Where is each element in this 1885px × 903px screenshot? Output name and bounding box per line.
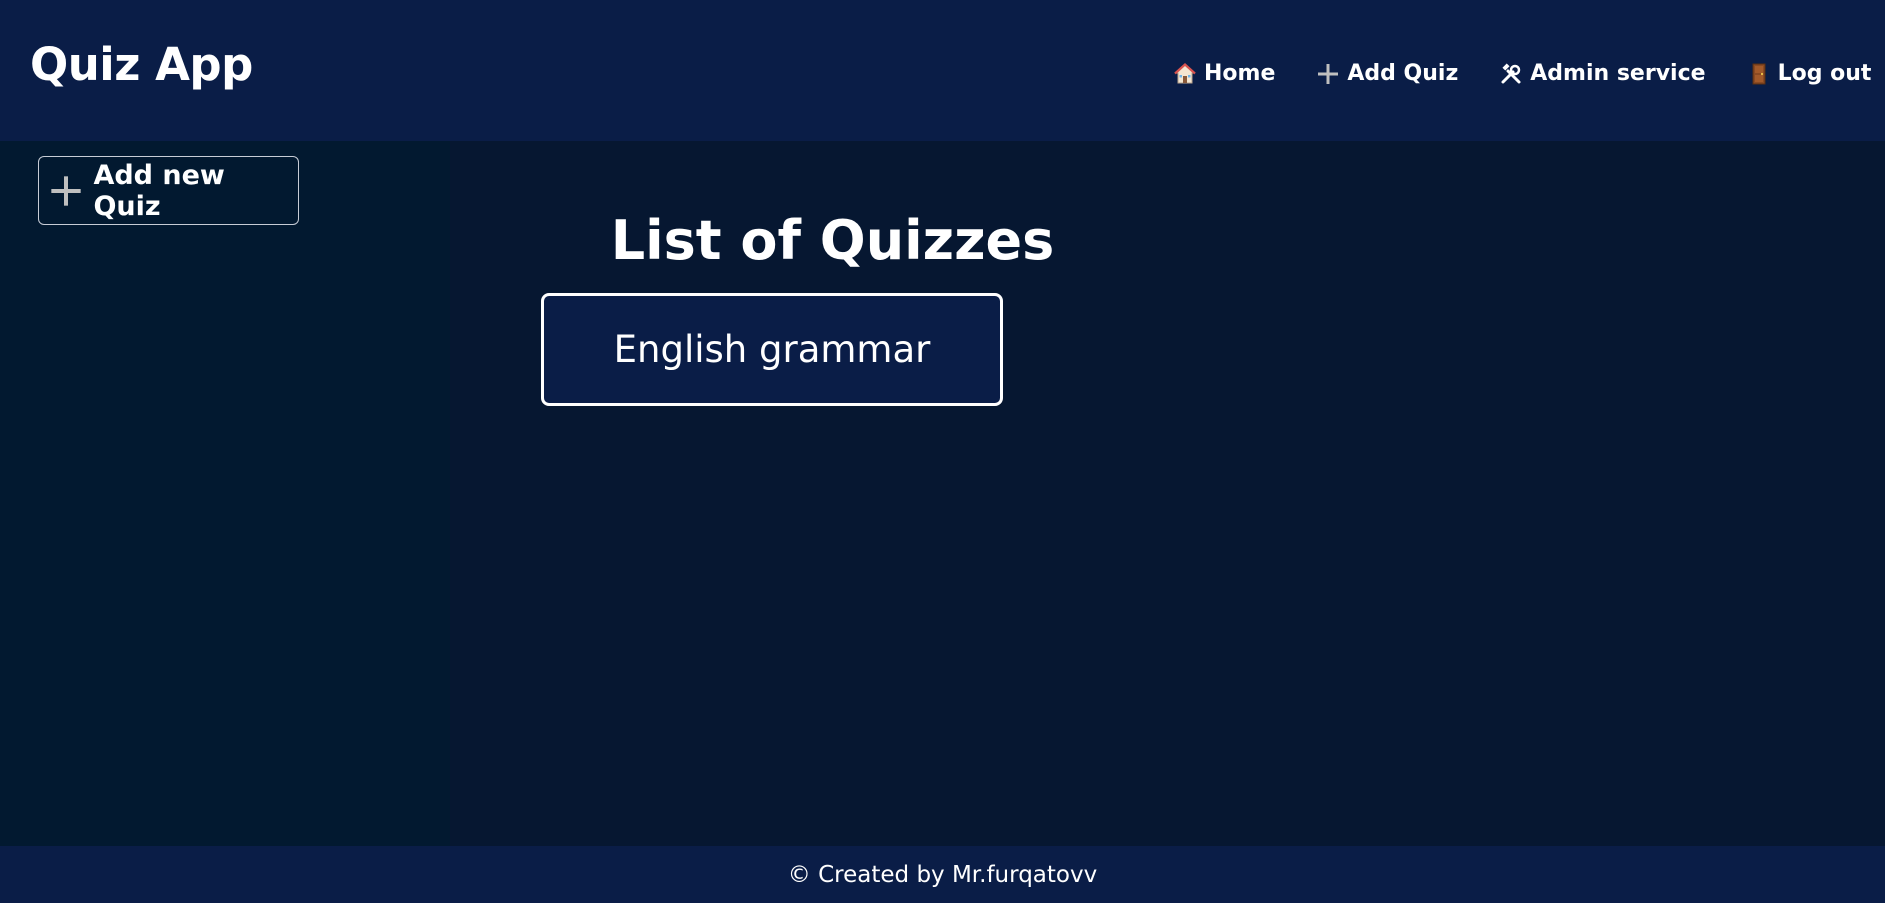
- nav-log-out-label: Log out: [1777, 61, 1872, 86]
- nav-home-label: Home: [1204, 61, 1276, 86]
- footer-credit: © Created by Mr.furqatovv: [787, 861, 1098, 888]
- header-bar: Quiz App Home Add Quiz Admin service Log…: [0, 0, 1885, 141]
- nav-home[interactable]: Home: [1172, 58, 1275, 90]
- tools-icon: [1498, 61, 1524, 87]
- nav-add-quiz[interactable]: Add Quiz: [1315, 58, 1458, 90]
- plus-icon: [49, 174, 82, 208]
- door-icon: [1746, 61, 1772, 87]
- top-nav: Home Add Quiz Admin service Log out: [1172, 58, 1885, 90]
- nav-log-out[interactable]: Log out: [1746, 58, 1872, 90]
- quiz-card[interactable]: English grammar: [541, 293, 1003, 406]
- main-content: List of Quizzes English grammar: [450, 141, 1885, 846]
- plus-icon: [1315, 61, 1341, 87]
- sidebar: Add new Quiz: [0, 141, 450, 846]
- house-icon: [1172, 61, 1198, 87]
- nav-admin-service-label: Admin service: [1530, 61, 1706, 86]
- nav-admin-service[interactable]: Admin service: [1498, 58, 1706, 90]
- app-title[interactable]: Quiz App: [30, 40, 253, 90]
- add-new-quiz-button[interactable]: Add new Quiz: [38, 156, 299, 225]
- nav-add-quiz-label: Add Quiz: [1347, 61, 1459, 86]
- add-new-quiz-label: Add new Quiz: [93, 159, 225, 222]
- page-title: List of Quizzes: [610, 209, 1055, 272]
- quiz-card-label: English grammar: [613, 328, 931, 371]
- footer: © Created by Mr.furqatovv: [0, 846, 1885, 903]
